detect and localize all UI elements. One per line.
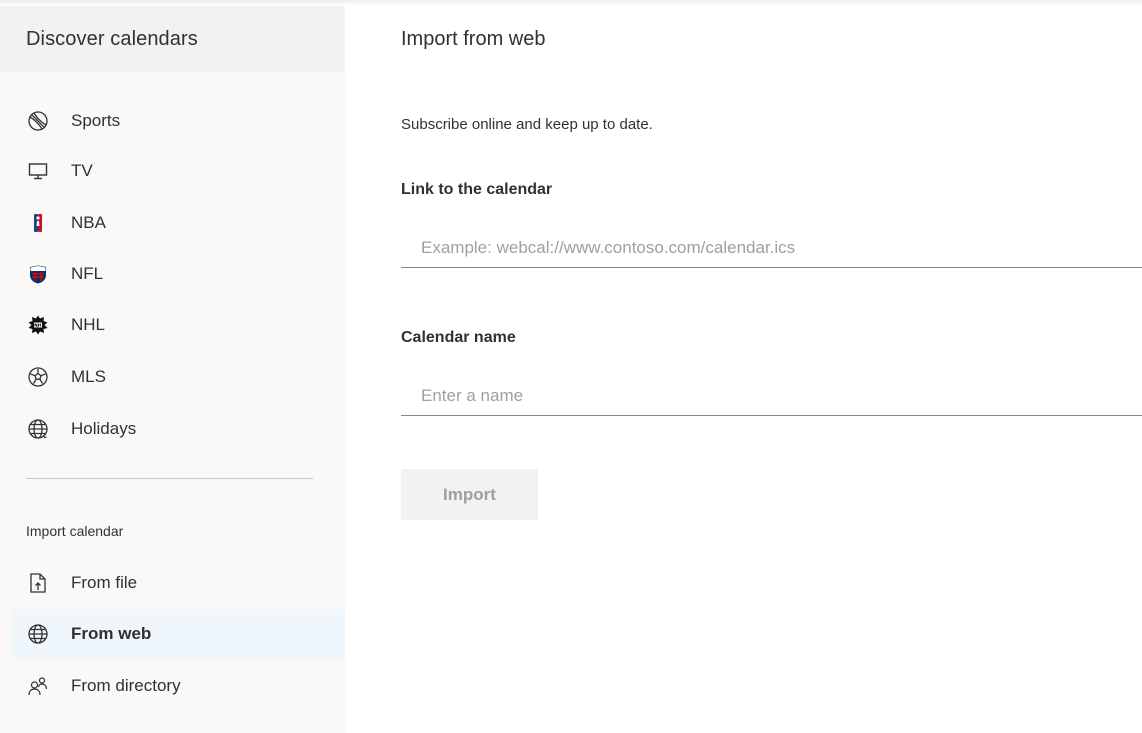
import-section-label: Import calendar (26, 523, 124, 539)
sidebar-item-label: From web (71, 624, 152, 643)
page-subtitle: Subscribe online and keep up to date. (401, 116, 653, 133)
mls-logo-icon (25, 364, 51, 390)
sidebar-item-label: Holidays (71, 419, 137, 438)
sidebar-item-holidays[interactable]: Holidays (13, 404, 345, 454)
sidebar-item-label: Sports (71, 111, 121, 130)
import-button[interactable]: Import (401, 469, 538, 520)
main-panel: Import from web Subscribe online and kee… (345, 6, 1142, 733)
link-field-label: Link to the calendar (401, 181, 553, 198)
sidebar-item-label: From directory (71, 676, 181, 695)
calendar-name-input[interactable] (401, 376, 1142, 416)
sidebar-item-nhl[interactable]: NHL (13, 300, 345, 350)
sidebar-item-label: From file (71, 573, 138, 592)
page-title: Import from web (401, 28, 546, 50)
sidebar-item-nfl[interactable]: NFL (13, 249, 345, 299)
sidebar-item-from-web[interactable]: From web (13, 609, 345, 659)
sidebar-title: Discover calendars (26, 28, 198, 50)
sidebar-item-label: NHL (71, 315, 106, 334)
discover-calendars-window: Discover calendars Sports TV NBA NFL NHL… (0, 0, 1142, 733)
calendar-link-input[interactable] (401, 228, 1142, 268)
people-icon (25, 673, 51, 699)
globe-icon (25, 621, 51, 647)
file-upload-icon (25, 570, 51, 596)
name-field-label: Calendar name (401, 329, 516, 346)
sidebar-header: Discover calendars (0, 6, 345, 72)
sidebar-item-label: MLS (71, 367, 106, 386)
sidebar-item-tv[interactable]: TV (13, 146, 345, 196)
sidebar-item-from-file[interactable]: From file (13, 558, 345, 608)
tv-monitor-icon (25, 158, 51, 184)
nfl-logo-icon (25, 261, 51, 287)
sports-ball-icon (25, 108, 51, 134)
sidebar-divider (26, 478, 313, 479)
nhl-logo-icon (25, 312, 51, 338)
sidebar-item-sports[interactable]: Sports (13, 96, 345, 146)
sidebar: Discover calendars Sports TV NBA NFL NHL… (0, 6, 345, 733)
sidebar-item-from-directory[interactable]: From directory (13, 661, 345, 711)
globe-icon (25, 416, 51, 442)
sidebar-item-label: NBA (71, 213, 106, 232)
sidebar-item-mls[interactable]: MLS (13, 352, 345, 402)
sidebar-item-nba[interactable]: NBA (13, 198, 345, 248)
sidebar-item-label: TV (71, 161, 93, 180)
sidebar-item-label: NFL (71, 264, 104, 283)
nba-logo-icon (25, 210, 51, 236)
